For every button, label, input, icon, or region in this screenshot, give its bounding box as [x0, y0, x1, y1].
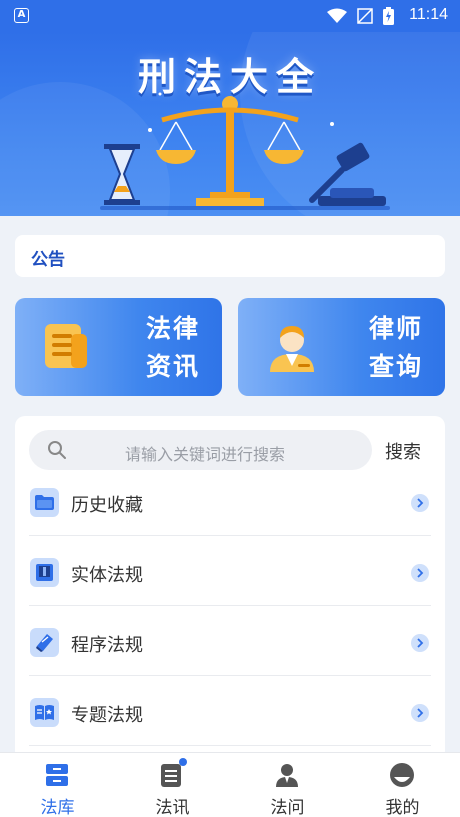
law-book-icon-box — [30, 628, 59, 657]
topic-book-icon — [35, 705, 54, 720]
list-item-label: 程序法规 — [71, 635, 143, 656]
tab-label: 我的 — [385, 798, 420, 817]
lawyer-query-line2: 查询 — [368, 352, 423, 381]
bottom-tab-bar: 法库 法讯 法问 我的 — [0, 752, 460, 817]
lawyer-query-card[interactable]: 律师 查询 — [238, 298, 445, 396]
list-item-label: 实体法规 — [71, 565, 143, 586]
law-panel: 请输入关键词进行搜索 搜索 历史收藏 实体法规 程序法规 专题法规 — [15, 416, 445, 761]
banner-title: 刑法大全 — [137, 55, 322, 99]
list-item-topic-law[interactable]: 专题法规 — [29, 676, 431, 746]
notification-dot — [179, 758, 187, 766]
status-time: 11:14 — [409, 6, 448, 23]
document-icon — [45, 324, 87, 368]
lawyer-query-line1: 律师 — [368, 314, 423, 343]
search-placeholder: 请输入关键词进行搜索 — [125, 445, 286, 464]
status-icons — [327, 7, 394, 25]
tab-label: 法库 — [40, 798, 75, 817]
wifi-icon — [327, 8, 347, 23]
notice-bar[interactable]: 公告 — [15, 235, 445, 277]
tab-label: 法问 — [270, 798, 305, 817]
topic-book-icon-box — [30, 698, 59, 727]
list-item-label: 专题法规 — [71, 705, 143, 726]
chevron-right-icon — [411, 634, 429, 652]
folder-icon — [35, 495, 54, 510]
list-item-procedural-law[interactable]: 程序法规 — [29, 606, 431, 676]
lawyer-query-label: 律师 查询 — [369, 310, 423, 386]
library-icon — [46, 764, 68, 786]
banner: 刑法大全 — [0, 32, 460, 216]
law-news-line1: 法律 — [145, 314, 200, 343]
notice-label: 公告 — [31, 250, 65, 270]
search-button[interactable]: 搜索 — [385, 438, 421, 464]
list-item-substantive-law[interactable]: 实体法规 — [29, 536, 431, 606]
battery-icon — [383, 7, 394, 25]
list-item-label: 历史收藏 — [71, 495, 143, 516]
law-news-line2: 资讯 — [145, 352, 200, 381]
no-signal-icon — [357, 8, 373, 24]
tab-label: 法讯 — [155, 798, 190, 817]
chevron-right-icon — [411, 494, 429, 512]
chevron-right-icon — [411, 704, 429, 722]
app-badge-icon: A — [14, 8, 29, 23]
lawyer-icon — [270, 326, 314, 372]
folder-icon-box — [30, 488, 59, 517]
profile-icon — [390, 763, 414, 787]
search-input[interactable]: 请输入关键词进行搜索 — [29, 430, 372, 470]
law-book-icon — [36, 634, 53, 652]
tab-news[interactable]: 法讯 — [115, 753, 230, 817]
law-news-label: 法律 资讯 — [146, 310, 200, 386]
consult-icon — [276, 764, 298, 787]
tab-consult[interactable]: 法问 — [230, 753, 345, 817]
chevron-right-icon — [411, 564, 429, 582]
tab-library[interactable]: 法库 — [0, 753, 115, 817]
tab-profile[interactable]: 我的 — [345, 753, 460, 817]
search-icon — [48, 441, 66, 459]
status-bar: A 11:14 — [0, 0, 460, 32]
book-icon-box — [30, 558, 59, 587]
list-item-history[interactable]: 历史收藏 — [29, 466, 431, 536]
book-icon — [36, 564, 53, 581]
law-news-card[interactable]: 法律 资讯 — [15, 298, 222, 396]
